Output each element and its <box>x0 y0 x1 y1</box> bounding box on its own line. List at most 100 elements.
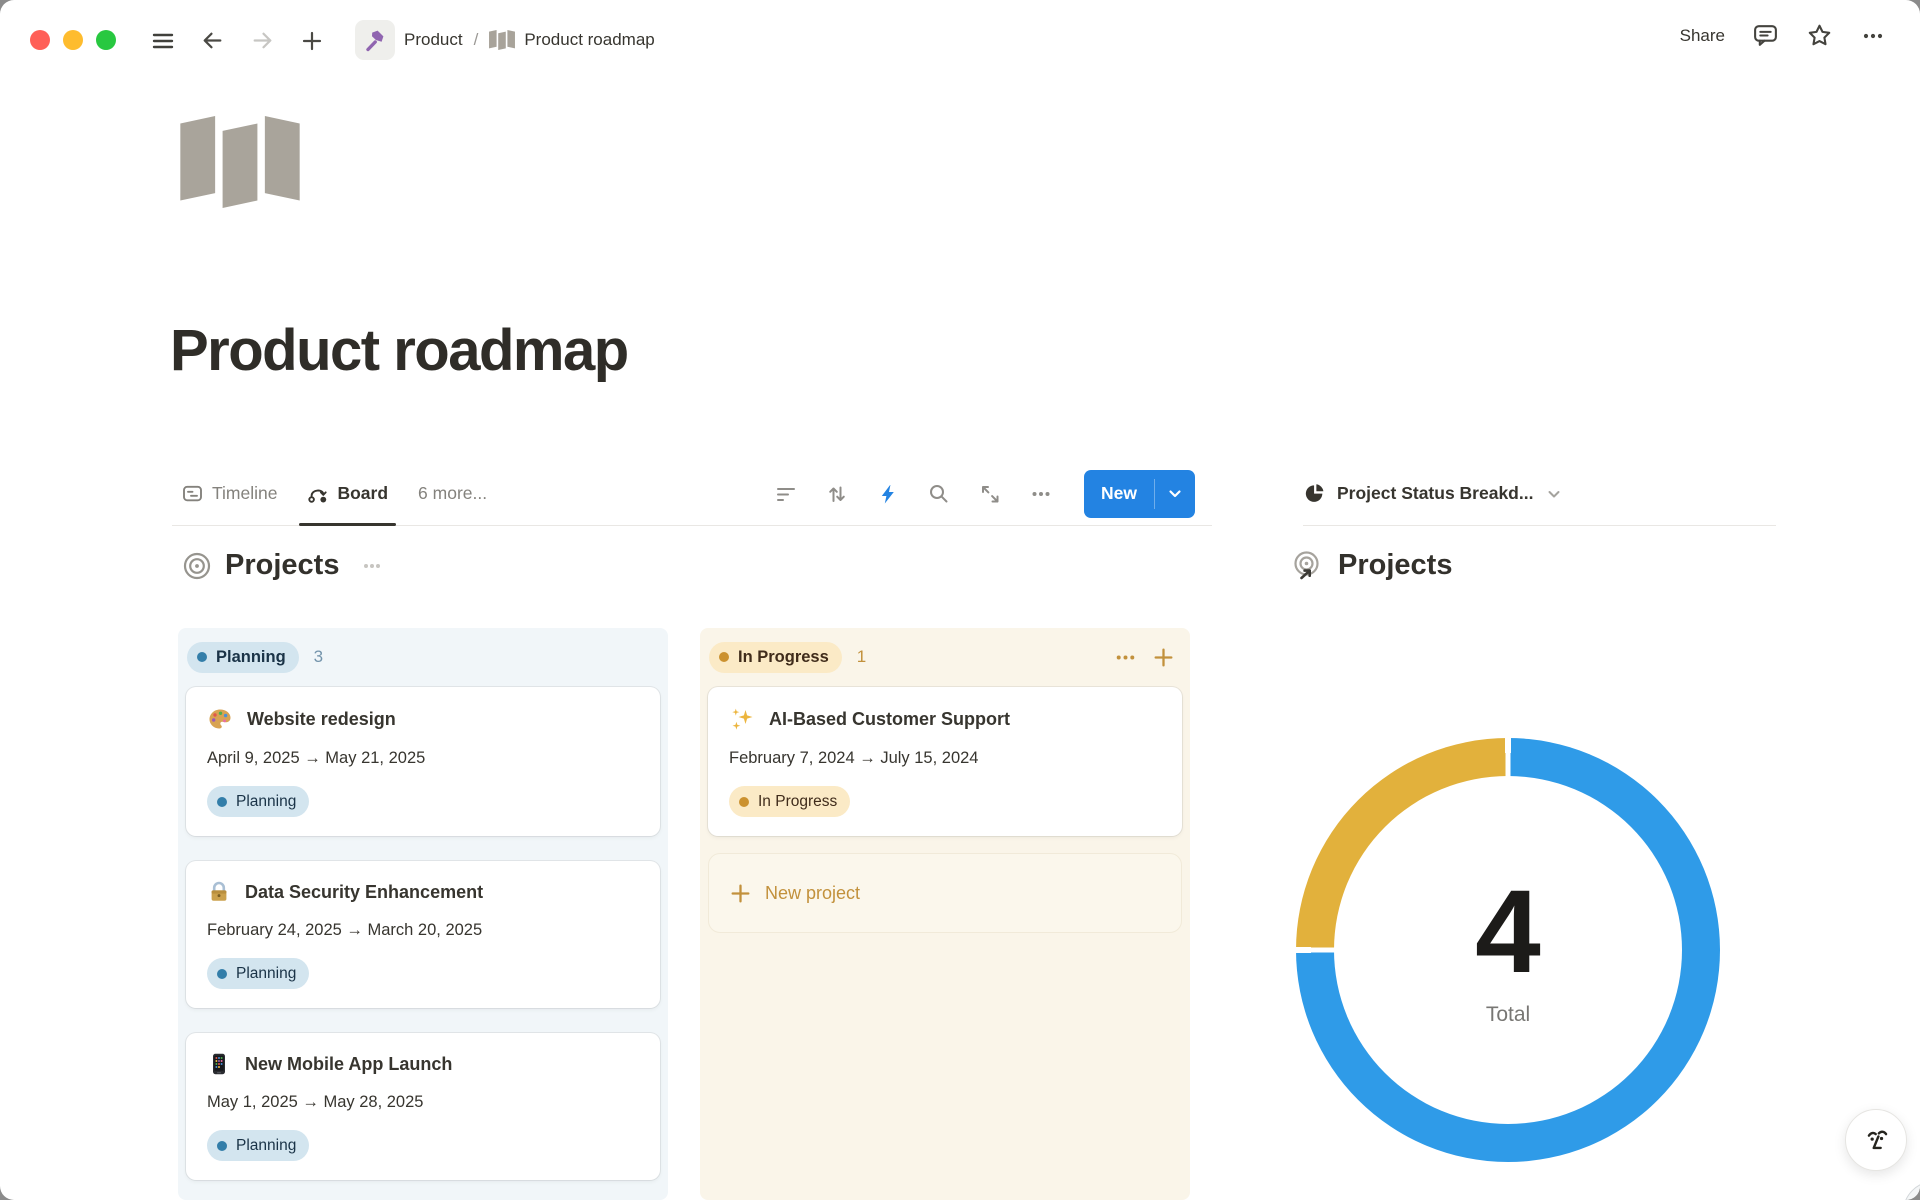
ellipsis-icon <box>360 554 384 578</box>
back-button[interactable] <box>199 27 226 54</box>
menu-button[interactable] <box>150 28 176 54</box>
tab-timeline[interactable]: Timeline <box>172 462 287 525</box>
status-tag: Planning <box>207 786 309 817</box>
column-status-pill[interactable]: In Progress <box>709 642 842 673</box>
project-card[interactable]: Website redesignApril 9, 2025 → May 21, … <box>186 687 660 836</box>
column-actions <box>1114 646 1175 669</box>
column-header: In Progress 1 <box>705 633 1185 679</box>
forward-button[interactable] <box>249 27 276 54</box>
status-label: Planning <box>236 1137 296 1155</box>
sparkles-icon <box>729 706 755 732</box>
chart-section-header: Projects <box>1293 549 1452 582</box>
status-label: In Progress <box>758 793 837 811</box>
status-tag: Planning <box>207 958 309 989</box>
tab-board[interactable]: Board <box>297 462 398 525</box>
timeline-icon <box>182 483 203 504</box>
card-dates: February 7, 2024 → July 15, 2024 <box>729 749 1161 768</box>
board-column-in-progress: In Progress 1 AI-Based Customer Support Feb… <box>700 628 1190 1200</box>
view-tabs-row: Timeline Board 6 more... <box>172 462 1212 526</box>
project-card[interactable]: AI-Based Customer Support February 7, 202… <box>708 687 1182 836</box>
view-options-button[interactable] <box>1029 482 1053 506</box>
breadcrumb-separator: / <box>472 30 481 50</box>
status-tag: In Progress <box>729 786 850 817</box>
comment-icon <box>1752 22 1779 49</box>
star-icon <box>1806 22 1833 49</box>
palette-icon <box>207 706 233 732</box>
notion-ai-button[interactable] <box>1845 1109 1907 1171</box>
status-dot <box>217 797 227 807</box>
card-title-row: Data Security Enhancement <box>207 880 639 904</box>
sort-icon <box>825 482 849 506</box>
section-menu-button[interactable] <box>360 554 384 578</box>
new-button-caret[interactable] <box>1155 470 1195 518</box>
breadcrumb-current-label[interactable]: Product roadmap <box>524 30 654 50</box>
notion-window: Product / Product roadmap Share Product … <box>0 0 1920 1200</box>
status-dot <box>217 1141 227 1151</box>
tab-label: Timeline <box>212 483 277 504</box>
project-card[interactable]: New Mobile App LaunchMay 1, 2025 → May 2… <box>186 1033 660 1180</box>
new-project-button[interactable]: New project <box>708 853 1182 933</box>
card-dates: February 24, 2025 → March 20, 2025 <box>207 921 639 940</box>
chart-view-label: Project Status Breakd... <box>1337 483 1533 504</box>
new-button-group: New <box>1084 470 1195 518</box>
status-label: Planning <box>236 965 296 983</box>
status-dot <box>217 969 227 979</box>
search-icon <box>927 482 951 506</box>
card-title: New Mobile App Launch <box>245 1054 452 1075</box>
column-status-label: Planning <box>216 648 286 667</box>
share-button[interactable]: Share <box>1680 26 1725 46</box>
automations-button[interactable] <box>876 482 900 506</box>
comments-button[interactable] <box>1752 22 1779 49</box>
column-more-button[interactable] <box>1114 646 1137 669</box>
board-icon <box>307 483 328 504</box>
donut-center: 4 Total <box>1334 776 1682 1124</box>
window-controls <box>30 30 116 50</box>
favorite-button[interactable] <box>1806 22 1833 49</box>
minimize-button[interactable] <box>63 30 83 50</box>
tab-more-views[interactable]: 6 more... <box>408 462 497 525</box>
search-button[interactable] <box>927 482 951 506</box>
filter-button[interactable] <box>774 482 798 506</box>
corner-widget-peek <box>1903 1181 1920 1200</box>
column-add-button[interactable] <box>1152 646 1175 669</box>
status-dot <box>197 652 207 662</box>
breadcrumb-root-label[interactable]: Product <box>404 30 463 50</box>
status-dot <box>719 652 729 662</box>
chevron-down-icon <box>1166 485 1184 503</box>
lock-icon <box>207 880 231 904</box>
sort-button[interactable] <box>825 482 849 506</box>
project-card[interactable]: Data Security Enhancement February 24, 20… <box>186 861 660 1008</box>
column-cards: Website redesignApril 9, 2025 → May 21, … <box>183 679 663 1183</box>
chevron-down-icon <box>1544 484 1564 504</box>
page-title[interactable]: Product roadmap <box>170 316 628 386</box>
card-title: AI-Based Customer Support <box>769 709 1010 730</box>
new-tab-button[interactable] <box>299 28 325 54</box>
page-icon-map[interactable] <box>178 116 302 208</box>
status-tag: Planning <box>207 1130 309 1161</box>
column-count: 1 <box>857 647 866 667</box>
tab-label: 6 more... <box>418 483 487 504</box>
arrow-left-icon <box>199 27 226 54</box>
card-status: Planning <box>207 786 639 817</box>
chart-view-selector[interactable]: Project Status Breakd... <box>1303 462 1776 526</box>
target-arrow-icon <box>1293 550 1325 582</box>
phone-icon <box>207 1052 231 1076</box>
board-section-title: Projects <box>225 549 339 582</box>
expand-button[interactable] <box>978 482 1002 506</box>
ellipsis-icon <box>1029 482 1053 506</box>
card-status: In Progress <box>729 786 1161 817</box>
ellipsis-icon <box>1114 646 1137 669</box>
close-button[interactable] <box>30 30 50 50</box>
zoom-button[interactable] <box>96 30 116 50</box>
hamburger-icon <box>150 28 176 54</box>
plus-icon <box>1152 646 1175 669</box>
card-title: Website redesign <box>247 709 396 730</box>
new-button[interactable]: New <box>1084 470 1154 518</box>
title-bar: Product / Product roadmap Share <box>0 0 1920 80</box>
board-columns: Planning3 Website redesignApril 9, 2025 →… <box>178 628 1190 1200</box>
column-status-pill[interactable]: Planning <box>187 642 299 673</box>
breadcrumb-root-item[interactable] <box>355 20 395 60</box>
ellipsis-icon <box>1860 23 1886 49</box>
column-header: Planning3 <box>183 633 663 679</box>
more-button[interactable] <box>1860 23 1886 49</box>
